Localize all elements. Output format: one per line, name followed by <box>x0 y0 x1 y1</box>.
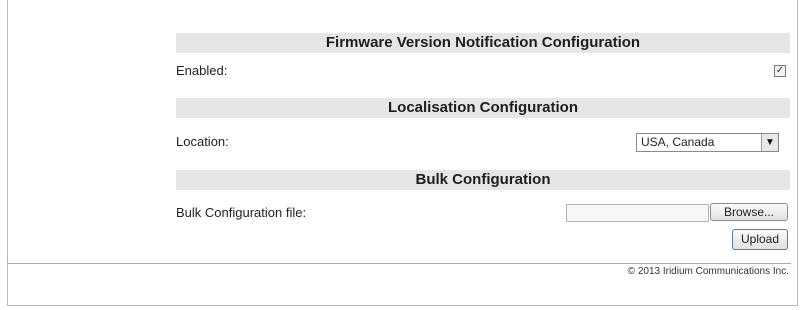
firmware-section-header: Firmware Version Notification Configurat… <box>176 33 790 53</box>
location-select[interactable]: USA, Canada ▼ <box>636 133 779 152</box>
location-label: Location: <box>176 134 229 149</box>
location-selected-value: USA, Canada <box>641 135 715 149</box>
browse-button[interactable]: Browse... <box>710 203 788 221</box>
upload-button[interactable]: Upload <box>732 229 788 250</box>
bulk-section-header: Bulk Configuration <box>176 170 790 190</box>
bulk-file-label: Bulk Configuration file: <box>176 205 307 220</box>
enabled-label: Enabled: <box>176 63 228 78</box>
chevron-down-icon[interactable]: ▼ <box>761 134 778 151</box>
localisation-section-header: Localisation Configuration <box>176 98 790 118</box>
enabled-checkbox[interactable]: ✓ <box>774 65 786 77</box>
footer-divider <box>7 263 791 264</box>
bulk-file-input[interactable] <box>566 204 709 222</box>
check-icon: ✓ <box>775 65 785 76</box>
copyright-text: © 2013 Iridium Communications Inc. <box>627 266 789 277</box>
